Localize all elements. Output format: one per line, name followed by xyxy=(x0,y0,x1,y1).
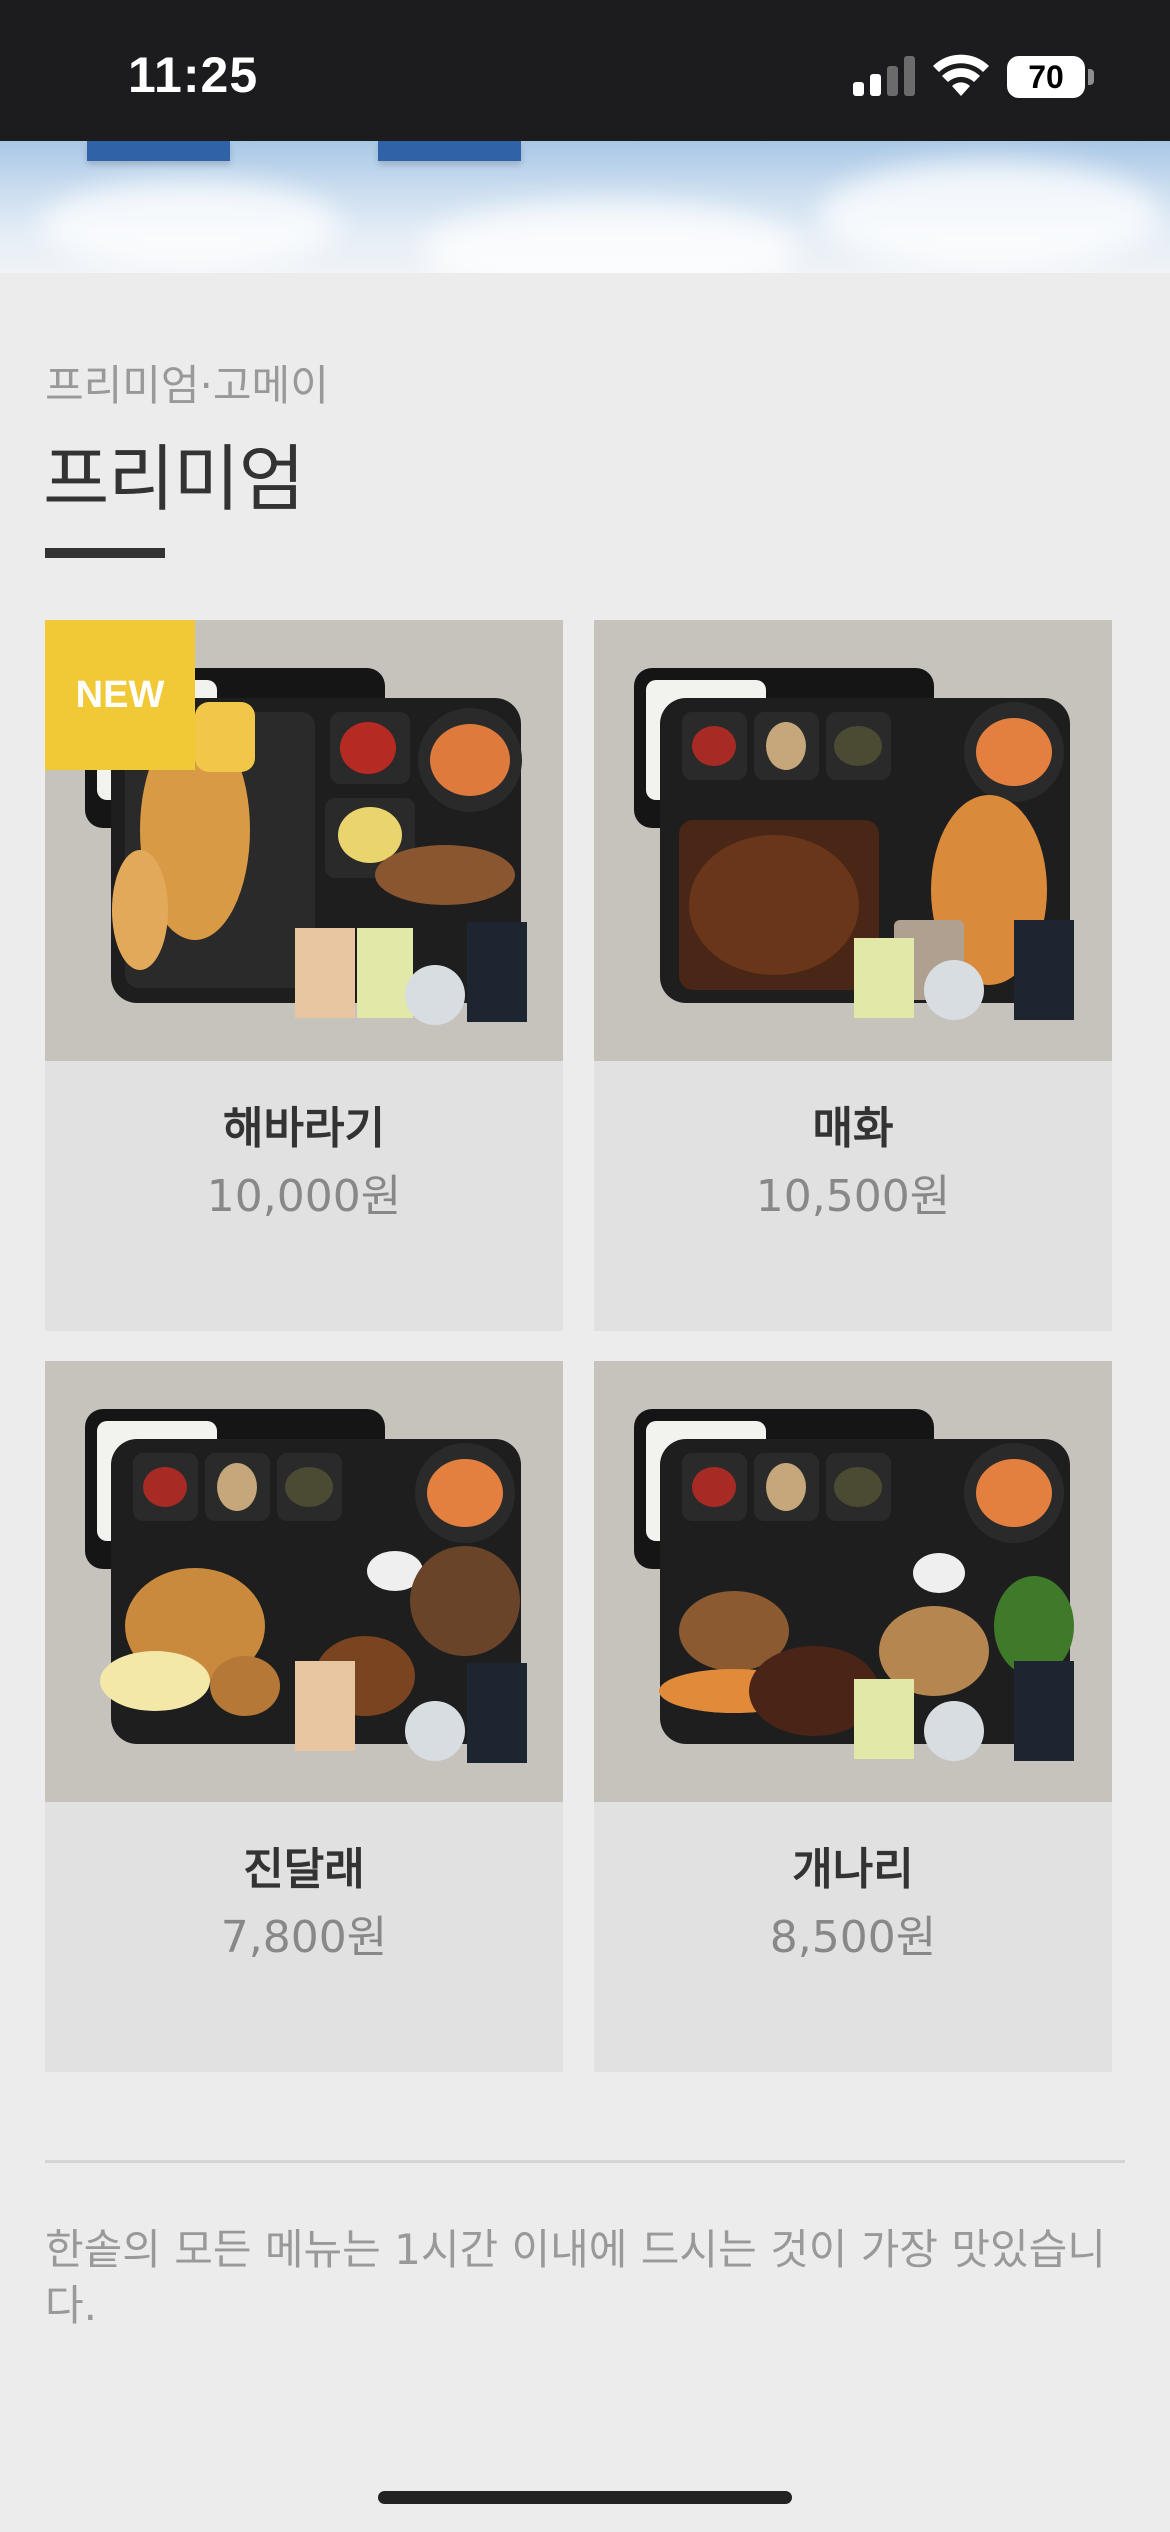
product-card-gaenari[interactable]: 개나리 8,500원 xyxy=(594,1361,1112,2072)
product-card-jindallae[interactable]: 진달래 7,800원 xyxy=(45,1361,563,2072)
banner-tab-1[interactable] xyxy=(87,141,230,161)
lunchbox-image xyxy=(594,620,1112,1061)
battery-icon: 70 xyxy=(1007,56,1085,98)
new-badge: NEW xyxy=(45,620,195,770)
wifi-icon xyxy=(933,54,989,96)
footer-note: 한솥의 모든 메뉴는 1시간 이내에 드시는 것이 가장 맛있습니다. xyxy=(45,2225,1106,2330)
sky-banner xyxy=(0,141,1170,273)
lunchbox-image xyxy=(45,1361,563,1802)
product-price: 10,500원 xyxy=(755,1171,951,1222)
page-title: 프리미엄 xyxy=(43,437,305,521)
banner-tab-2[interactable] xyxy=(378,141,521,161)
battery-cap xyxy=(1088,69,1094,85)
product-card-haebaragi[interactable]: NEW 해바라기 10,000원 xyxy=(45,620,563,1331)
lunchbox-image xyxy=(594,1361,1112,1802)
signal-icon xyxy=(853,56,915,96)
product-name: 매화 xyxy=(812,1103,894,1154)
product-name: 개나리 xyxy=(792,1844,914,1895)
title-underline xyxy=(45,548,165,558)
product-card-maehwa[interactable]: 매화 10,500원 xyxy=(594,620,1112,1331)
home-indicator[interactable] xyxy=(378,2491,792,2504)
category-label: 프리미엄·고메이 xyxy=(45,361,329,410)
divider xyxy=(45,2160,1125,2163)
product-price: 7,800원 xyxy=(220,1912,388,1963)
product-price: 10,000원 xyxy=(206,1171,402,1222)
product-price: 8,500원 xyxy=(769,1912,937,1963)
status-time: 11:25 xyxy=(128,47,259,103)
product-name: 해바라기 xyxy=(223,1103,385,1154)
product-name: 진달래 xyxy=(243,1844,365,1895)
status-bar: 11:25 70 xyxy=(0,0,1170,141)
